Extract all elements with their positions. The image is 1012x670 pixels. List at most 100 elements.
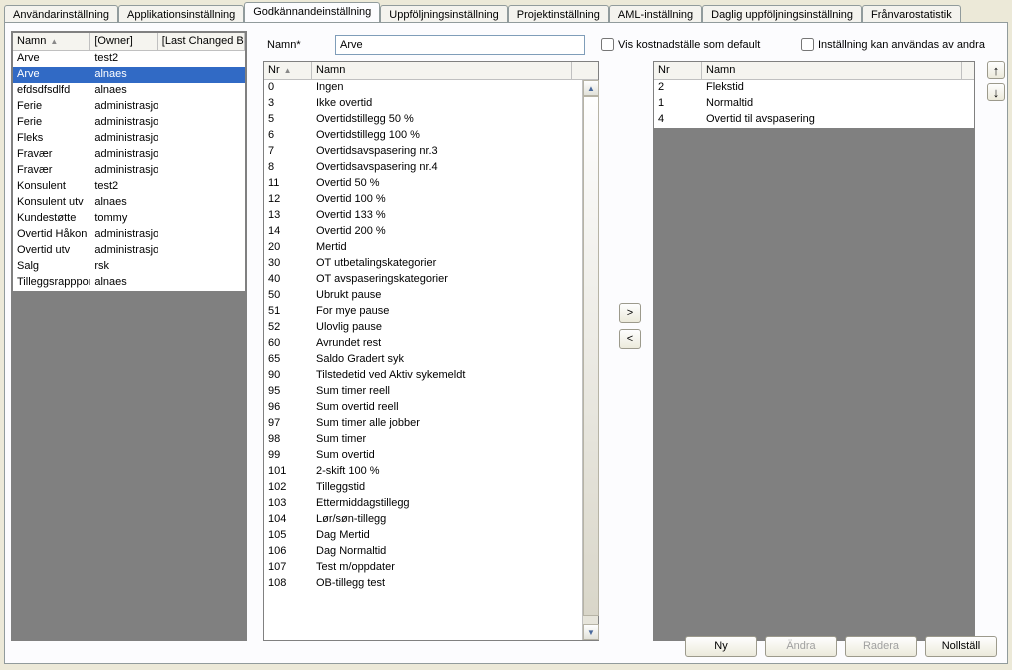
table-row[interactable]: 7Overtidsavspasering nr.3 [264, 144, 598, 160]
table-row[interactable]: Overtid utvadministrasjon [13, 243, 245, 259]
column-header[interactable]: [Owner] [90, 33, 157, 51]
sort-asc-icon: ▲ [284, 66, 292, 75]
table-row[interactable]: 60Avrundet rest [264, 336, 598, 352]
radera-button[interactable]: Radera [845, 636, 917, 657]
table-row[interactable]: 1012-skift 100 % [264, 464, 598, 480]
scroll-up-icon[interactable]: ▲ [583, 80, 599, 96]
checkbox-vis-kostnadstalle-box[interactable] [601, 38, 614, 51]
cell: Overtidsavspasering nr.3 [312, 144, 572, 160]
table-row[interactable]: 20Mertid [264, 240, 598, 256]
table-row[interactable]: 52Ulovlig pause [264, 320, 598, 336]
table-row[interactable]: Fraværadministrasjon [13, 163, 245, 179]
scroll-down-icon[interactable]: ▼ [583, 624, 599, 640]
cell: 0 [264, 80, 312, 96]
table-row[interactable]: 4Overtid til avspasering [654, 112, 974, 128]
table-row[interactable]: 90Tilstedetid ved Aktiv sykemeldt [264, 368, 598, 384]
table-row[interactable]: Tilleggsrappportalnaes [13, 275, 245, 291]
table-row[interactable]: 105Dag Mertid [264, 528, 598, 544]
left-grid[interactable]: Namn▲[Owner][Last Changed BArvetest2Arve… [12, 32, 246, 292]
cell: 104 [264, 512, 312, 528]
table-row[interactable]: 8Overtidsavspasering nr.4 [264, 160, 598, 176]
column-header[interactable]: Namn [702, 62, 962, 80]
cell: Overtid 50 % [312, 176, 572, 192]
table-row[interactable]: 0Ingen [264, 80, 598, 96]
table-row[interactable]: 65Saldo Gradert syk [264, 352, 598, 368]
andra-button[interactable]: Ändra [765, 636, 837, 657]
column-header[interactable]: Nr▲ [264, 62, 312, 80]
column-header[interactable]: [Last Changed B [158, 33, 245, 51]
table-row[interactable]: 12Overtid 100 % [264, 192, 598, 208]
table-row[interactable]: 98Sum timer [264, 432, 598, 448]
cell: rsk [90, 259, 157, 275]
table-row[interactable]: 51For mye pause [264, 304, 598, 320]
table-row[interactable]: 13Overtid 133 % [264, 208, 598, 224]
table-row[interactable]: Overtid Håkonadministrasjon [13, 227, 245, 243]
column-header[interactable]: Namn [312, 62, 572, 80]
table-row[interactable]: Arvetest2 [13, 51, 245, 67]
column-header[interactable]: Nr [654, 62, 702, 80]
table-row[interactable]: 96Sum overtid reell [264, 400, 598, 416]
grid-header[interactable]: Nr▲Namn [264, 62, 598, 80]
table-row[interactable]: Fraværadministrasjon [13, 147, 245, 163]
table-row[interactable]: 50Ubrukt pause [264, 288, 598, 304]
checkbox-vis-kostnadstalle[interactable]: Vis kostnadställe som default [601, 38, 760, 51]
table-row[interactable]: 104Lør/søn-tillegg [264, 512, 598, 528]
table-row[interactable]: 40OT avspaseringskategorier [264, 272, 598, 288]
move-right-button[interactable]: > [619, 303, 641, 323]
tab-daglig-uppf-ljningsinst-llning[interactable]: Daglig uppföljningsinställning [702, 5, 862, 23]
move-left-button[interactable]: < [619, 329, 641, 349]
cell: efdsdfsdlfd [13, 83, 90, 99]
table-row[interactable]: 97Sum timer alle jobber [264, 416, 598, 432]
tab-aml-inst-llning[interactable]: AML-inställning [609, 5, 702, 23]
tab-uppf-ljningsinst-llning[interactable]: Uppföljningsinställning [380, 5, 507, 23]
cell: 40 [264, 272, 312, 288]
table-row[interactable]: 107Test m/oppdater [264, 560, 598, 576]
cell: 98 [264, 432, 312, 448]
scroll-thumb[interactable] [583, 96, 599, 616]
table-row[interactable]: 5Overtidstillegg 50 % [264, 112, 598, 128]
column-header[interactable]: Namn▲ [13, 33, 90, 51]
nollstall-button[interactable]: Nollställ [925, 636, 997, 657]
table-row[interactable]: 95Sum timer reell [264, 384, 598, 400]
selected-list[interactable]: NrNamn2Flekstid1Normaltid4Overtid til av… [654, 62, 974, 128]
cell [158, 179, 245, 195]
table-row[interactable]: efdsdfsdlfdalnaes [13, 83, 245, 99]
tab-godk-nnandeinst-llning[interactable]: Godkännandeinställning [244, 2, 380, 22]
table-row[interactable]: Kundestøttetommy [13, 211, 245, 227]
available-list-scrollbar[interactable]: ▲ ▼ [582, 80, 598, 640]
move-up-button[interactable]: ↑ [987, 61, 1005, 79]
tab-anv-ndarinst-llning[interactable]: Användarinställning [4, 5, 118, 23]
namn-input[interactable] [335, 35, 585, 55]
table-row[interactable]: Fleksadministrasjon [13, 131, 245, 147]
table-row[interactable]: 106Dag Normaltid [264, 544, 598, 560]
tab-fr-nvarostatistik[interactable]: Frånvarostatistik [862, 5, 961, 23]
table-row[interactable]: 6Overtidstillegg 100 % [264, 128, 598, 144]
table-row[interactable]: Konsulent utvalnaes [13, 195, 245, 211]
tab-projektinst-llning[interactable]: Projektinställning [508, 5, 609, 23]
table-row[interactable]: 1Normaltid [654, 96, 974, 112]
cell [158, 275, 245, 291]
table-row[interactable]: 14Overtid 200 % [264, 224, 598, 240]
table-row[interactable]: Arvealnaes [13, 67, 245, 83]
table-row[interactable]: 108OB-tillegg test [264, 576, 598, 592]
table-row[interactable]: 99Sum overtid [264, 448, 598, 464]
checkbox-anvandas-andra-box[interactable] [801, 38, 814, 51]
tab-applikationsinst-llning[interactable]: Applikationsinställning [118, 5, 244, 23]
table-row[interactable]: 102Tilleggstid [264, 480, 598, 496]
table-row[interactable]: 11Overtid 50 % [264, 176, 598, 192]
checkbox-anvandas-andra[interactable]: Inställning kan användas av andra [801, 38, 985, 51]
table-row[interactable]: Ferieadministrasjon [13, 99, 245, 115]
table-row[interactable]: Salgrsk [13, 259, 245, 275]
move-down-button[interactable]: ↓ [987, 83, 1005, 101]
grid-header[interactable]: NrNamn [654, 62, 974, 80]
table-row[interactable]: 3Ikke overtid [264, 96, 598, 112]
table-row[interactable]: Konsulenttest2 [13, 179, 245, 195]
ny-button[interactable]: Ny [685, 636, 757, 657]
table-row[interactable]: 103Ettermiddagstillegg [264, 496, 598, 512]
table-row[interactable]: Ferieadministrasjon [13, 115, 245, 131]
table-row[interactable]: 30OT utbetalingskategorier [264, 256, 598, 272]
grid-header[interactable]: Namn▲[Owner][Last Changed B [13, 33, 245, 51]
available-list[interactable]: Nr▲Namn0Ingen3Ikke overtid5Overtidstille… [263, 61, 599, 641]
table-row[interactable]: 2Flekstid [654, 80, 974, 96]
cell: Overtidstillegg 100 % [312, 128, 572, 144]
